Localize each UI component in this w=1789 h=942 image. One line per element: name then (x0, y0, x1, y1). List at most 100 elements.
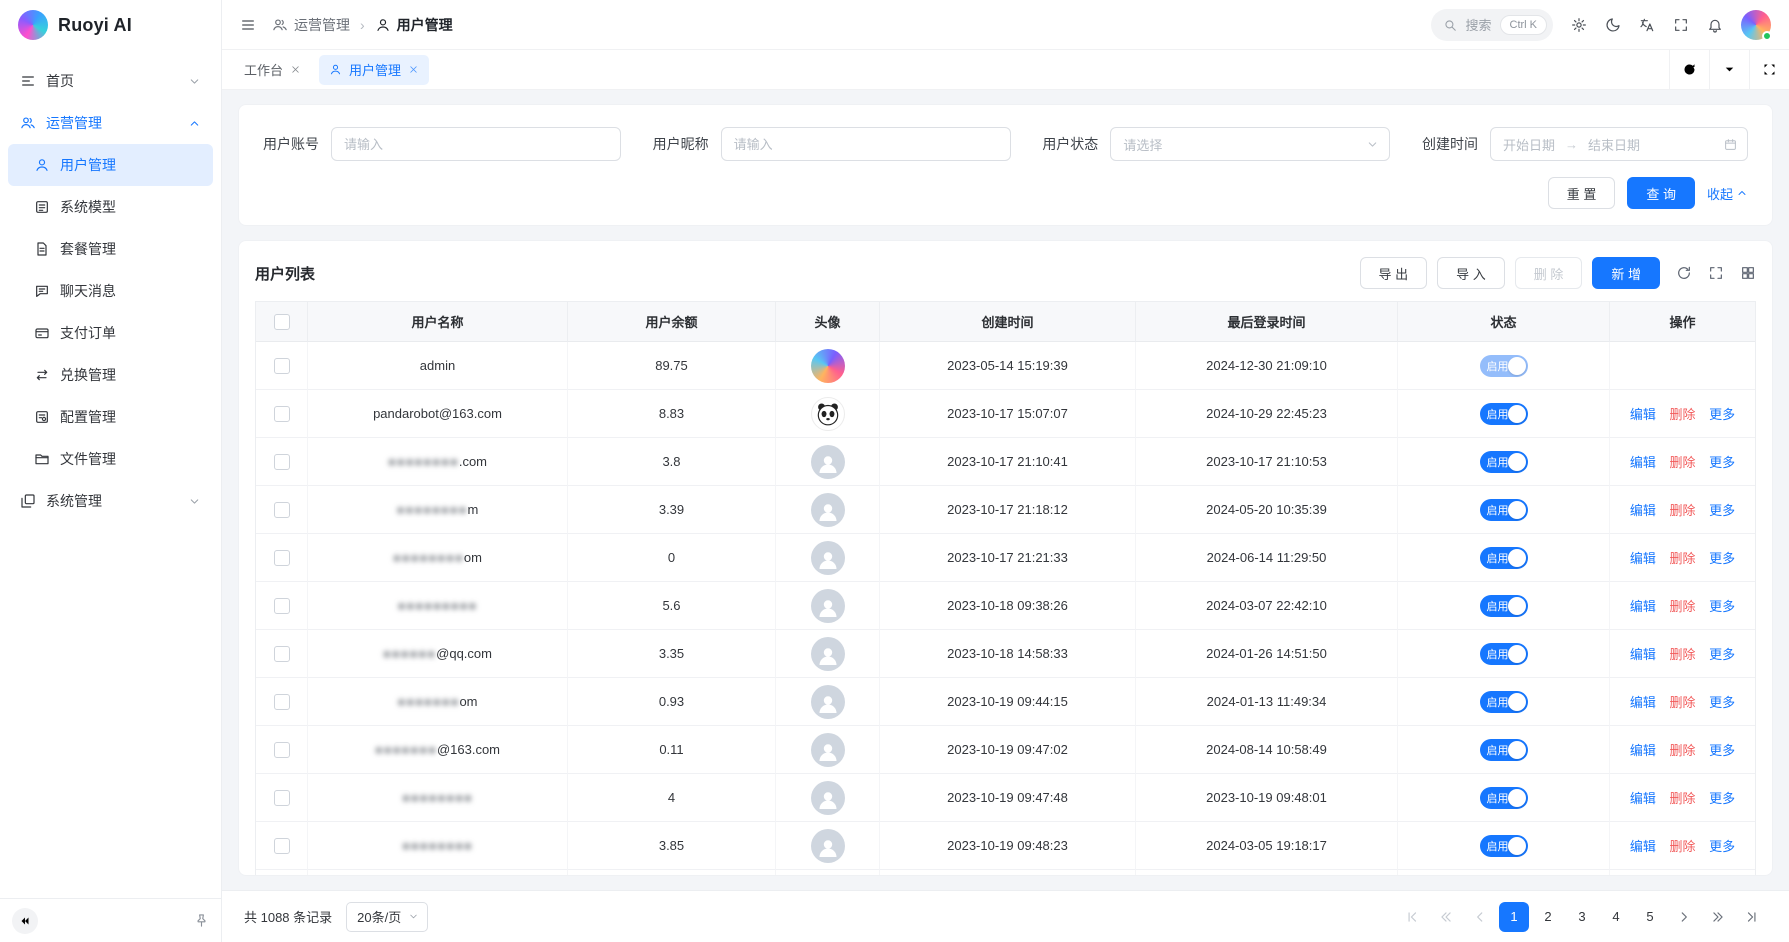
row-checkbox[interactable] (274, 694, 290, 710)
edit-link[interactable]: 编辑 (1630, 503, 1656, 518)
more-link[interactable]: 更多 (1709, 599, 1735, 614)
status-toggle[interactable]: 启用 (1480, 739, 1528, 761)
fullscreen-icon[interactable] (1708, 265, 1724, 281)
delete-link[interactable]: 删除 (1669, 599, 1695, 614)
sidebar-item-home[interactable]: 首页 (8, 60, 213, 102)
row-checkbox[interactable] (274, 598, 290, 614)
delete-link[interactable]: 删除 (1669, 839, 1695, 854)
status-select[interactable]: 请选择 (1110, 127, 1390, 161)
more-link[interactable]: 更多 (1709, 551, 1735, 566)
edit-link[interactable]: 编辑 (1630, 791, 1656, 806)
tab-workbench[interactable]: 工作台 (234, 55, 311, 85)
next-page-button[interactable] (1669, 902, 1699, 932)
select-all-checkbox[interactable] (274, 314, 290, 330)
page-button-5[interactable]: 5 (1635, 902, 1665, 932)
delete-link[interactable]: 删除 (1669, 551, 1695, 566)
status-toggle[interactable]: 启用 (1480, 499, 1528, 521)
add-button[interactable]: 新 增 (1592, 257, 1660, 289)
more-link[interactable]: 更多 (1709, 647, 1735, 662)
column-settings-icon[interactable] (1740, 265, 1756, 281)
global-search[interactable]: 搜索 Ctrl K (1431, 9, 1553, 41)
close-icon[interactable] (408, 64, 419, 75)
delete-link[interactable]: 删除 (1669, 647, 1695, 662)
edit-link[interactable]: 编辑 (1630, 743, 1656, 758)
collapse-filters-link[interactable]: 收起 (1707, 184, 1748, 203)
expand-layout-icon[interactable] (1749, 50, 1789, 89)
page-button-3[interactable]: 3 (1567, 902, 1597, 932)
row-checkbox[interactable] (274, 790, 290, 806)
edit-link[interactable]: 编辑 (1630, 647, 1656, 662)
edit-link[interactable]: 编辑 (1630, 599, 1656, 614)
sidebar-item-system[interactable]: 系统管理 (8, 480, 213, 522)
refresh-icon[interactable] (1669, 50, 1709, 89)
chevron-down-icon[interactable] (1709, 50, 1749, 89)
delete-link[interactable]: 删除 (1669, 695, 1695, 710)
hamburger-menu-icon[interactable] (240, 17, 256, 33)
status-toggle[interactable]: 启用 (1480, 451, 1528, 473)
tab-user-management[interactable]: 用户管理 (319, 55, 429, 85)
first-page-button[interactable] (1397, 902, 1427, 932)
edit-link[interactable]: 编辑 (1630, 551, 1656, 566)
page-button-2[interactable]: 2 (1533, 902, 1563, 932)
more-link[interactable]: 更多 (1709, 455, 1735, 470)
edit-link[interactable]: 编辑 (1630, 407, 1656, 422)
sidebar-item-chat-messages[interactable]: 聊天消息 (8, 270, 213, 312)
row-checkbox[interactable] (274, 502, 290, 518)
delete-link[interactable]: 删除 (1669, 455, 1695, 470)
sidebar-item-file-management[interactable]: 文件管理 (8, 438, 213, 480)
row-checkbox[interactable] (274, 406, 290, 422)
edit-link[interactable]: 编辑 (1630, 455, 1656, 470)
row-checkbox[interactable] (274, 646, 290, 662)
page-button-4[interactable]: 4 (1601, 902, 1631, 932)
row-checkbox[interactable] (274, 550, 290, 566)
settings-gear-icon[interactable] (1571, 17, 1587, 33)
more-link[interactable]: 更多 (1709, 695, 1735, 710)
jump-forward-button[interactable] (1703, 902, 1733, 932)
status-toggle[interactable]: 启用 (1480, 787, 1528, 809)
breadcrumb-operations[interactable]: 运营管理 (272, 15, 350, 35)
more-link[interactable]: 更多 (1709, 503, 1735, 518)
status-toggle[interactable]: 启用 (1480, 547, 1528, 569)
status-toggle[interactable]: 启用 (1480, 355, 1528, 377)
export-button[interactable]: 导 出 (1360, 257, 1428, 289)
fullscreen-icon[interactable] (1673, 17, 1689, 33)
sidebar-item-exchange-management[interactable]: 兑换管理 (8, 354, 213, 396)
row-checkbox[interactable] (274, 358, 290, 374)
account-input[interactable] (331, 127, 621, 161)
edit-link[interactable]: 编辑 (1630, 839, 1656, 854)
row-checkbox[interactable] (274, 838, 290, 854)
sidebar-item-package-management[interactable]: 套餐管理 (8, 228, 213, 270)
status-toggle[interactable]: 启用 (1480, 691, 1528, 713)
dark-mode-moon-icon[interactable] (1605, 17, 1621, 33)
nickname-input[interactable] (721, 127, 1011, 161)
delete-link[interactable]: 删除 (1669, 503, 1695, 518)
more-link[interactable]: 更多 (1709, 407, 1735, 422)
page-button-1[interactable]: 1 (1499, 902, 1529, 932)
row-checkbox[interactable] (274, 742, 290, 758)
sidebar-collapse-button[interactable] (12, 908, 38, 934)
language-translate-icon[interactable] (1639, 17, 1655, 33)
import-button[interactable]: 导 入 (1437, 257, 1505, 289)
edit-link[interactable]: 编辑 (1630, 695, 1656, 710)
status-toggle[interactable]: 启用 (1480, 643, 1528, 665)
more-link[interactable]: 更多 (1709, 839, 1735, 854)
refresh-icon[interactable] (1676, 265, 1692, 281)
user-avatar[interactable] (1741, 10, 1771, 40)
more-link[interactable]: 更多 (1709, 791, 1735, 806)
date-range-picker[interactable]: 开始日期 → 结束日期 (1490, 127, 1748, 161)
status-toggle[interactable]: 启用 (1480, 595, 1528, 617)
table-scroll-area[interactable]: 用户名称 用户余额 头像 创建时间 最后登录时间 状态 操作 admin 89.… (255, 301, 1756, 875)
sidebar-item-user-management[interactable]: 用户管理 (8, 144, 213, 186)
delete-link[interactable]: 删除 (1669, 743, 1695, 758)
jump-back-button[interactable] (1431, 902, 1461, 932)
status-toggle[interactable]: 启用 (1480, 403, 1528, 425)
last-page-button[interactable] (1737, 902, 1767, 932)
more-link[interactable]: 更多 (1709, 743, 1735, 758)
sidebar-item-payment-orders[interactable]: 支付订单 (8, 312, 213, 354)
pin-icon[interactable] (194, 913, 209, 928)
page-size-select[interactable]: 20条/页 (346, 902, 428, 932)
close-icon[interactable] (290, 64, 301, 75)
sidebar-item-operations[interactable]: 运营管理 (8, 102, 213, 144)
reset-button[interactable]: 重 置 (1548, 177, 1616, 209)
search-button[interactable]: 查 询 (1627, 177, 1695, 209)
